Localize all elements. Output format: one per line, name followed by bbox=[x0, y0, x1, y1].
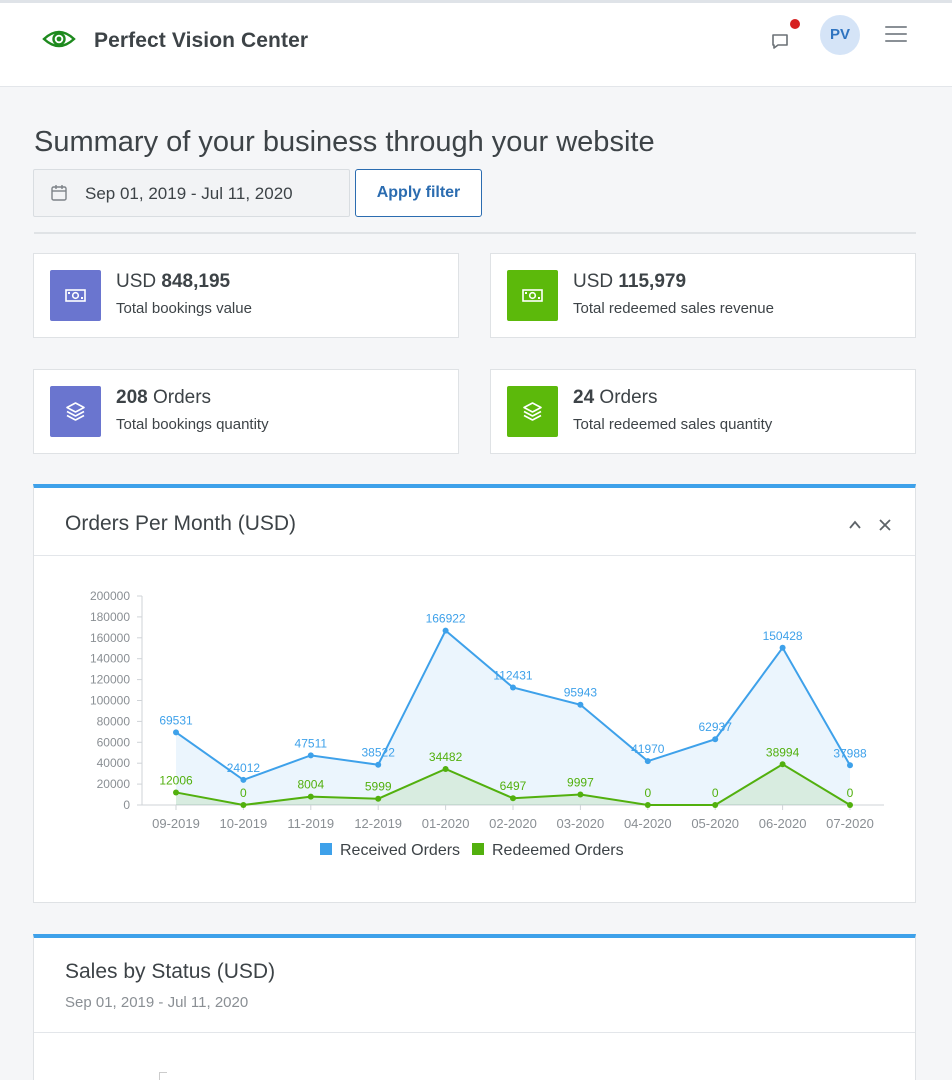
data-label: 37988 bbox=[833, 746, 867, 760]
x-tick-label: 09-2019 bbox=[152, 816, 200, 831]
data-label: 69531 bbox=[159, 713, 193, 727]
data-point bbox=[375, 795, 382, 802]
x-tick-label: 01-2020 bbox=[422, 816, 470, 831]
x-tick-label: 06-2020 bbox=[759, 816, 807, 831]
panel-subtitle: Sep 01, 2019 - Jul 11, 2020 bbox=[65, 994, 249, 1011]
data-label: 95943 bbox=[564, 686, 598, 700]
y-tick-label: 120000 bbox=[90, 673, 130, 687]
x-tick-label: 02-2020 bbox=[489, 816, 537, 831]
x-tick-label: 10-2019 bbox=[220, 816, 268, 831]
y-tick-label: 140000 bbox=[90, 652, 130, 666]
data-point bbox=[510, 795, 516, 802]
data-label: 112431 bbox=[493, 669, 532, 683]
data-label: 9997 bbox=[567, 776, 594, 790]
data-label: 8004 bbox=[297, 778, 324, 792]
data-label: 34482 bbox=[429, 750, 463, 764]
y-tick-label: 0 bbox=[123, 798, 130, 812]
data-point bbox=[644, 758, 651, 765]
x-tick-label: 12-2019 bbox=[354, 816, 402, 831]
data-label: 150428 bbox=[763, 629, 803, 643]
data-label: 38994 bbox=[766, 745, 800, 759]
legend-label: Redeemed Orders bbox=[492, 842, 624, 859]
data-point bbox=[240, 776, 247, 783]
x-tick-label: 03-2020 bbox=[557, 816, 605, 831]
data-point bbox=[173, 789, 179, 796]
data-point bbox=[307, 793, 314, 800]
y-tick-label: 80000 bbox=[97, 714, 131, 728]
x-tick-label: 04-2020 bbox=[624, 816, 672, 831]
chart-axis-stub bbox=[159, 1072, 167, 1080]
data-point bbox=[779, 761, 786, 768]
data-point bbox=[847, 802, 853, 808]
y-tick-label: 60000 bbox=[97, 735, 131, 749]
data-point bbox=[442, 765, 449, 772]
sales-by-status-panel: Sales by Status (USD) Sep 01, 2019 - Jul… bbox=[33, 934, 916, 1080]
data-point bbox=[240, 802, 247, 808]
y-tick-label: 200000 bbox=[90, 589, 130, 603]
data-point bbox=[577, 701, 584, 708]
x-tick-label: 07-2020 bbox=[826, 816, 874, 831]
legend-swatch bbox=[320, 843, 332, 855]
data-point bbox=[375, 761, 382, 768]
legend-label: Received Orders bbox=[340, 842, 460, 859]
orders-line-chart: 0 20000 40000 60000 80000 100000 120000 140000 1… bbox=[90, 589, 884, 859]
data-label: 5999 bbox=[365, 780, 392, 794]
data-label: 0 bbox=[240, 786, 247, 800]
data-label: 41970 bbox=[631, 742, 665, 756]
data-point bbox=[712, 802, 719, 808]
y-tick-label: 180000 bbox=[90, 610, 130, 624]
data-label: 0 bbox=[712, 786, 719, 800]
legend-swatch bbox=[472, 843, 484, 855]
data-label: 6497 bbox=[500, 779, 527, 793]
y-tick-label: 160000 bbox=[90, 631, 130, 645]
data-label: 24012 bbox=[227, 761, 261, 775]
data-label: 0 bbox=[847, 786, 854, 800]
data-point bbox=[442, 627, 449, 634]
data-label: 62937 bbox=[699, 720, 733, 734]
data-point bbox=[577, 791, 584, 798]
y-tick-label: 20000 bbox=[97, 777, 131, 791]
data-label: 166922 bbox=[426, 612, 466, 626]
panel-header-divider bbox=[34, 1032, 915, 1033]
x-tick-label: 05-2020 bbox=[691, 816, 739, 831]
data-point bbox=[779, 644, 786, 651]
data-label: 12006 bbox=[159, 773, 193, 787]
data-point bbox=[307, 752, 314, 759]
data-label: 0 bbox=[644, 786, 651, 800]
data-label: 38522 bbox=[362, 746, 396, 760]
data-label: 47511 bbox=[295, 736, 328, 750]
data-point bbox=[644, 802, 651, 808]
y-tick-label: 40000 bbox=[97, 756, 131, 770]
data-point bbox=[173, 729, 179, 736]
data-point bbox=[847, 762, 853, 769]
data-point bbox=[510, 684, 516, 691]
panel-title: Sales by Status (USD) bbox=[65, 960, 276, 983]
y-tick-label: 100000 bbox=[90, 694, 130, 708]
x-tick-label: 11-2019 bbox=[287, 816, 334, 831]
data-point bbox=[712, 736, 719, 743]
